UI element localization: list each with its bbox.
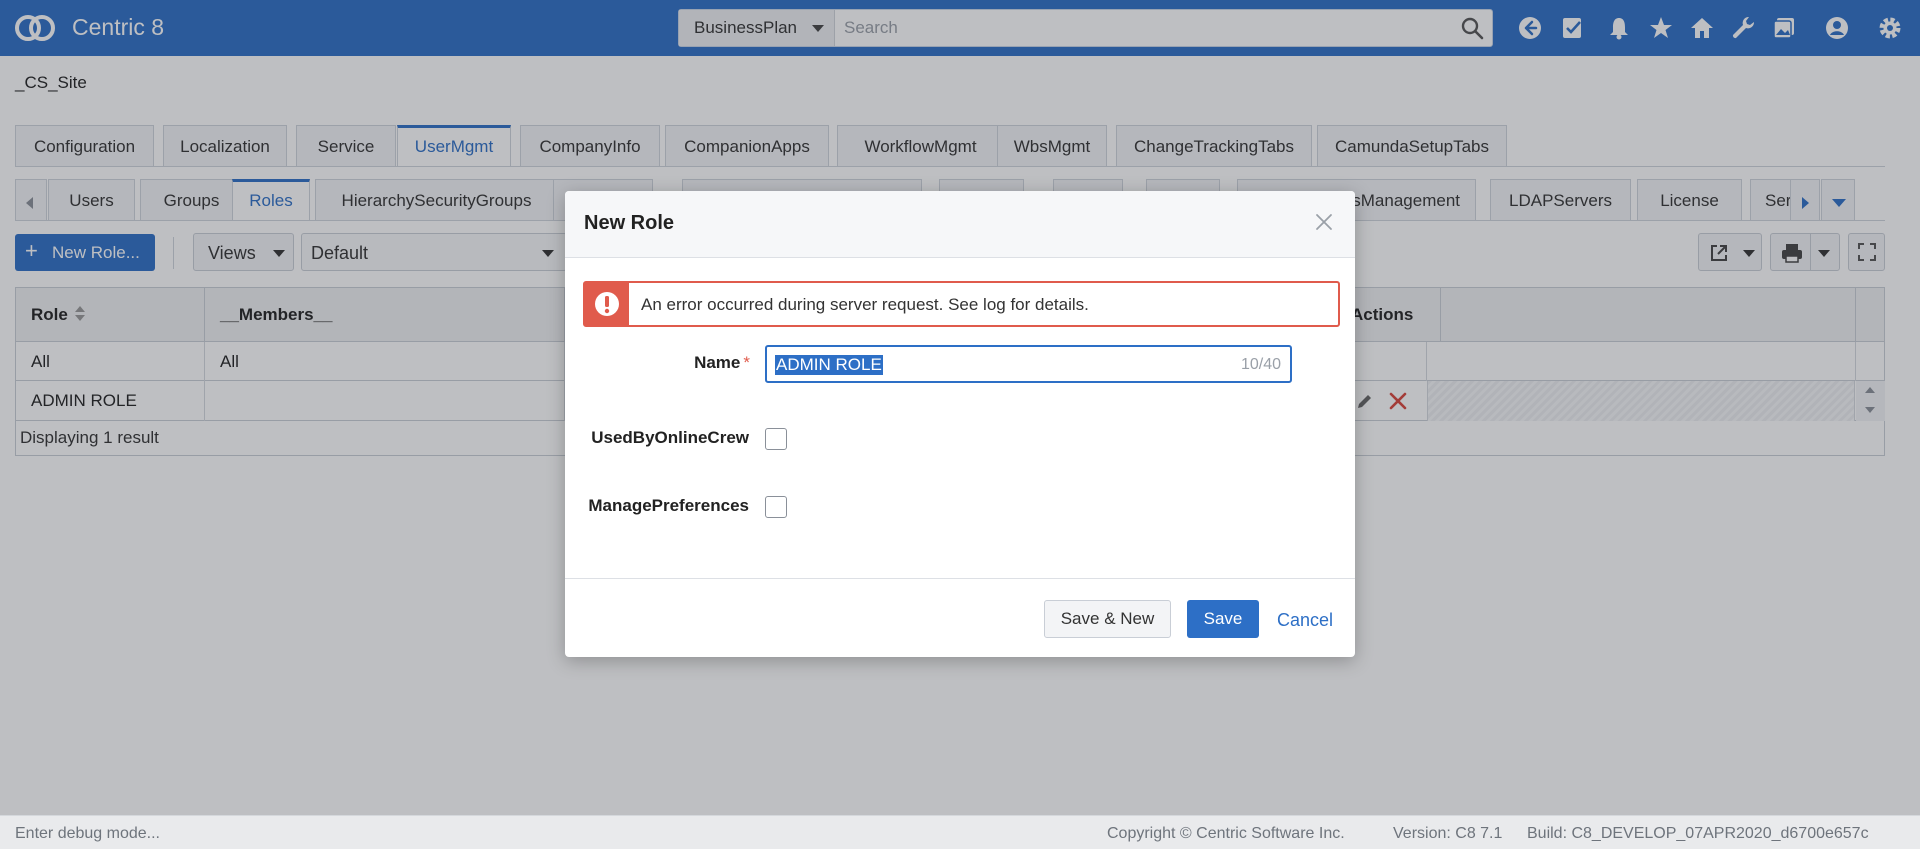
debug-mode-link[interactable]: Enter debug mode...: [15, 825, 160, 843]
name-label-text: Name: [694, 353, 741, 372]
status-bar: Enter debug mode... Copyright © Centric …: [0, 815, 1920, 849]
error-message: An error occurred during server request.…: [641, 295, 1089, 314]
version-text: Version: C8 7.1: [1393, 825, 1503, 842]
build-text: Build: C8_DEVELOP_07APR2020_d6700e657c: [1527, 825, 1869, 842]
manage-preferences-checkbox[interactable]: [765, 496, 787, 518]
dialog-footer-divider: [565, 578, 1355, 579]
manage-preferences-label: ManagePreferences: [588, 496, 749, 515]
new-role-dialog: New Role An error occurred during server…: [565, 191, 1355, 657]
char-counter: 10/40: [1240, 356, 1281, 373]
save-button[interactable]: Save: [1187, 600, 1259, 638]
close-icon[interactable]: [1315, 213, 1333, 231]
cancel-link[interactable]: Cancel: [1277, 610, 1333, 631]
dialog-header: New Role: [565, 191, 1355, 258]
error-icon-bg: [585, 283, 629, 325]
name-label: Name *: [650, 353, 750, 373]
save-and-new-button[interactable]: Save & New: [1044, 600, 1171, 638]
error-alert: An error occurred during server request.…: [583, 281, 1340, 327]
copyright-text: Copyright © Centric Software Inc.: [1107, 825, 1345, 842]
used-by-online-crew-label: UsedByOnlineCrew: [591, 428, 749, 447]
name-field[interactable]: ADMIN ROLE 10/40: [765, 345, 1292, 383]
name-field-value: ADMIN ROLE: [775, 355, 883, 375]
dialog-title: New Role: [584, 212, 675, 234]
used-by-online-crew-checkbox[interactable]: [765, 428, 787, 450]
error-icon: [595, 292, 619, 316]
required-marker: *: [743, 353, 750, 372]
